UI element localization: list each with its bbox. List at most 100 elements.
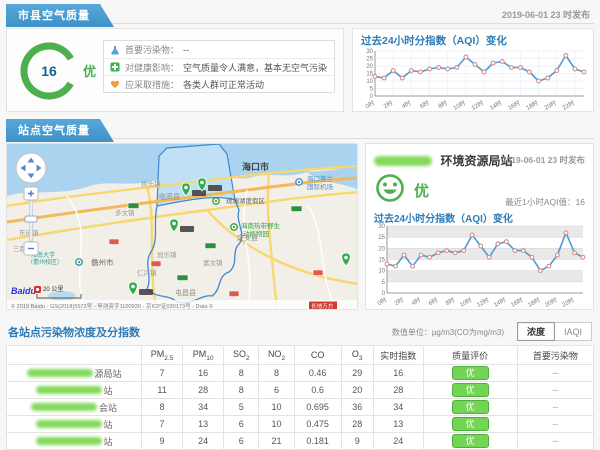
- map-attribution-brand: 长地万方: [311, 302, 334, 310]
- grade-badge: 优: [452, 417, 489, 431]
- city-section-header: 市县空气质量 2019-06-01 23 时发布: [6, 4, 594, 24]
- map-label: 国际机场: [307, 182, 334, 191]
- baidu-logo[interactable]: Baidu: [11, 286, 37, 296]
- svg-text:15: 15: [378, 258, 385, 264]
- data-point: [564, 54, 568, 58]
- data-point: [453, 251, 457, 255]
- grade-cell: 优: [423, 416, 517, 433]
- svg-text:4时: 4时: [400, 99, 412, 110]
- data-point: [556, 253, 560, 257]
- value-cell: 24: [373, 433, 423, 450]
- data-point: [409, 69, 413, 73]
- value-cell: 6: [259, 382, 294, 399]
- svg-text:10时: 10时: [452, 99, 467, 111]
- data-point: [573, 251, 577, 255]
- value-cell: 0.181: [294, 433, 341, 450]
- table-row: 源局站716880.462916优--: [7, 365, 594, 382]
- grade-badge: 优: [452, 383, 489, 397]
- station-name-redacted: [31, 403, 97, 411]
- toggle-iaqi[interactable]: IAQI: [555, 322, 592, 341]
- value-cell: 13: [183, 416, 224, 433]
- data-point: [382, 76, 386, 80]
- data-point: [385, 262, 389, 266]
- legend-label: 对健康影响：: [125, 61, 179, 74]
- table-title: 各站点污染物浓度及分指数: [8, 324, 140, 340]
- data-point: [487, 255, 491, 259]
- map-label: 定安县: [237, 233, 258, 242]
- map-label: 海口市: [242, 161, 269, 172]
- data-point: [509, 66, 513, 70]
- recent-aqi-label: 最近1小时AQI值：: [505, 197, 575, 207]
- table-row: 站1128860.62028优--: [7, 382, 594, 399]
- heart-icon: [110, 79, 120, 89]
- data-point: [402, 253, 406, 257]
- value-cell: 28: [183, 382, 224, 399]
- health-icon: [110, 62, 120, 72]
- map-label: （儋州校区）: [27, 258, 63, 266]
- map[interactable]: 海口市海口美兰国际机场观澜湖度假区海南热带野生动植物园桥头镇临高县多文镇三都镇东…: [7, 144, 358, 310]
- map-label: 儋州市: [91, 257, 114, 267]
- svg-text:5: 5: [370, 87, 374, 93]
- data-point: [504, 240, 508, 244]
- station-publish-date: 2019-06-01 23 时发布: [502, 154, 585, 166]
- data-point: [394, 264, 398, 268]
- toggle-concentration[interactable]: 浓度: [517, 322, 555, 341]
- grade-badge: 优: [452, 434, 489, 448]
- map-label: 屯昌县: [175, 288, 196, 297]
- data-point: [445, 249, 449, 253]
- svg-text:0: 0: [370, 94, 374, 100]
- data-point: [528, 70, 532, 74]
- data-point: [547, 264, 551, 268]
- value-cell: 20: [341, 382, 373, 399]
- value-cell: 16: [183, 365, 224, 382]
- data-point: [537, 79, 541, 83]
- legend-row-pollutant: 首要污染物： --: [104, 41, 334, 58]
- svg-text:10时: 10时: [458, 296, 473, 308]
- station-aqi-line-chart: 3025201510500时2时4时6时8时10时12时14时16时18时20时…: [370, 222, 589, 308]
- value-cell: 28: [373, 382, 423, 399]
- value-cell: 9: [341, 433, 373, 450]
- legend-label: 应采取措施：: [125, 78, 179, 91]
- svg-text:0: 0: [382, 291, 386, 297]
- column-header: CO: [294, 346, 341, 365]
- map-pan-control[interactable]: [16, 153, 46, 183]
- city-aqi-grade: 优: [83, 61, 96, 80]
- table-header-row: PM2.5PM10SO2NO2COO3实时指数质量评价首要污染物: [7, 346, 594, 365]
- svg-text:2时: 2时: [382, 99, 394, 110]
- grade-badge: 优: [452, 366, 489, 380]
- svg-text:15: 15: [366, 72, 373, 78]
- value-cell: 6: [224, 416, 259, 433]
- grade-cell: 优: [423, 365, 517, 382]
- data-point: [491, 61, 495, 65]
- svg-text:10: 10: [378, 269, 385, 275]
- smiley-face-icon: [374, 172, 406, 204]
- value-cell: 34: [183, 399, 224, 416]
- marker-tooltip-chip: [180, 226, 194, 232]
- map-zoom-control[interactable]: [24, 187, 38, 255]
- map-label: 海口美兰: [307, 174, 334, 183]
- value-cell: 5: [224, 399, 259, 416]
- svg-text:6时: 6时: [427, 296, 439, 307]
- value-cell: 9: [142, 433, 183, 450]
- legend-row-measures: 应采取措施： 各类人群可正常活动: [104, 75, 334, 92]
- station-name-suffix: 站: [104, 420, 113, 430]
- station-name-row: 环境资源局站: [374, 152, 512, 170]
- zoom-slider-handle[interactable]: [25, 216, 37, 222]
- value-cell: 13: [373, 416, 423, 433]
- value-cell: 36: [341, 399, 373, 416]
- data-point: [428, 67, 432, 71]
- station-name-suffix: 源局站: [95, 369, 122, 379]
- value-cell: 0.46: [294, 365, 341, 382]
- svg-text:20: 20: [378, 246, 385, 252]
- column-header: O3: [341, 346, 373, 365]
- svg-text:22时: 22时: [560, 296, 575, 308]
- data-point: [482, 70, 486, 74]
- data-point: [373, 75, 377, 79]
- station-name-suffix: 会站: [99, 403, 117, 413]
- poi-icon-dot: [215, 200, 217, 202]
- map-label: 桥头镇: [141, 179, 161, 188]
- svg-text:18时: 18时: [525, 99, 540, 111]
- svg-text:20时: 20时: [543, 99, 558, 111]
- recent-aqi: 最近1小时AQI值：16: [505, 196, 585, 208]
- value-cell: 34: [373, 399, 423, 416]
